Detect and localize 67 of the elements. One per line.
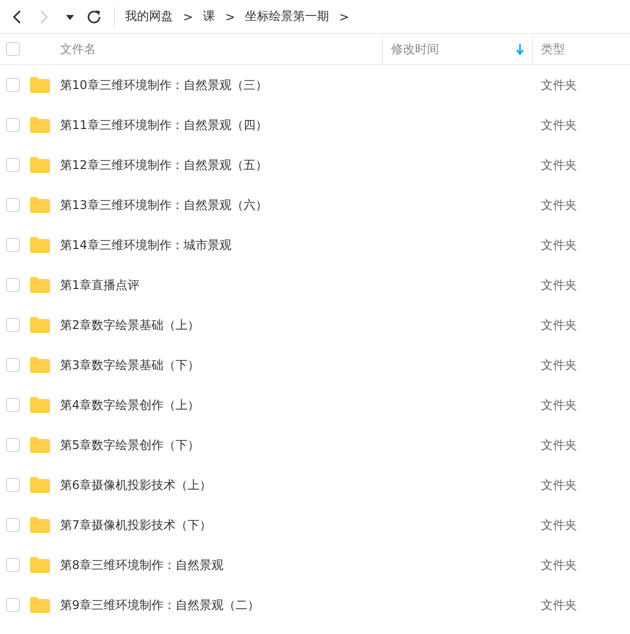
breadcrumb-link[interactable]: 坐标绘景第一期 bbox=[245, 8, 330, 25]
breadcrumb-link[interactable]: 课 bbox=[203, 8, 216, 25]
breadcrumb-separator: > bbox=[225, 10, 236, 24]
breadcrumb-link[interactable]: 我的网盘 bbox=[125, 8, 173, 25]
checkbox[interactable] bbox=[6, 438, 20, 452]
folder-icon bbox=[30, 117, 50, 133]
checkbox[interactable] bbox=[6, 318, 20, 332]
checkbox[interactable] bbox=[6, 118, 20, 132]
folder-icon bbox=[30, 77, 50, 93]
sort-arrow-icon[interactable] bbox=[516, 44, 524, 54]
file-type: 文件夹 bbox=[540, 316, 578, 334]
folder-icon bbox=[30, 477, 50, 493]
file-type: 文件夹 bbox=[540, 396, 578, 414]
file-name[interactable]: 第11章三维环境制作：自然景观（四） bbox=[60, 116, 382, 134]
file-name[interactable]: 第14章三维环境制作：城市景观 bbox=[60, 236, 382, 254]
file-type: 文件夹 bbox=[540, 476, 578, 494]
file-type: 文件夹 bbox=[540, 516, 578, 534]
checkbox[interactable] bbox=[6, 558, 20, 572]
file-type: 文件夹 bbox=[540, 556, 578, 574]
file-name[interactable]: 第7章摄像机投影技术（下） bbox=[60, 516, 382, 534]
file-type: 文件夹 bbox=[540, 196, 578, 214]
folder-icon bbox=[30, 517, 50, 533]
checkbox[interactable] bbox=[6, 238, 20, 252]
file-name[interactable]: 第13章三维环境制作：自然景观（六） bbox=[60, 196, 382, 214]
folder-icon bbox=[30, 597, 50, 613]
file-type: 文件夹 bbox=[540, 236, 578, 254]
checkbox[interactable] bbox=[6, 158, 20, 172]
file-name[interactable]: 第12章三维环境制作：自然景观（五） bbox=[60, 156, 382, 174]
file-name[interactable]: 第6章摄像机投影技术（上） bbox=[60, 476, 382, 494]
checkbox[interactable] bbox=[6, 598, 20, 612]
file-type: 文件夹 bbox=[540, 356, 578, 374]
file-type: 文件夹 bbox=[540, 436, 578, 454]
file-name[interactable]: 第9章三维环境制作：自然景观（二） bbox=[60, 596, 382, 614]
file-type: 文件夹 bbox=[540, 76, 578, 94]
breadcrumb-separator: > bbox=[183, 10, 194, 24]
checkbox[interactable] bbox=[6, 278, 20, 292]
folder-icon bbox=[30, 157, 50, 173]
folder-icon bbox=[30, 237, 50, 253]
file-name[interactable]: 第10章三维环境制作：自然景观（三） bbox=[60, 76, 382, 94]
checkbox[interactable] bbox=[6, 78, 20, 92]
checkbox[interactable] bbox=[6, 42, 20, 56]
checkbox[interactable] bbox=[6, 478, 20, 492]
file-name[interactable]: 第5章数字绘景创作（下） bbox=[60, 436, 382, 454]
file-name[interactable]: 第2章数字绘景基础（上） bbox=[60, 316, 382, 334]
folder-icon bbox=[30, 397, 50, 413]
folder-icon bbox=[30, 357, 50, 373]
checkbox[interactable] bbox=[6, 358, 20, 372]
file-name[interactable]: 第1章直播点评 bbox=[60, 276, 382, 294]
checkbox[interactable] bbox=[6, 398, 20, 412]
folder-icon bbox=[30, 317, 50, 333]
column-header[interactable]: 文件名 bbox=[60, 40, 96, 58]
column-header[interactable]: 类型 bbox=[541, 40, 565, 58]
checkbox[interactable] bbox=[6, 518, 20, 532]
folder-icon bbox=[30, 197, 50, 213]
file-name[interactable]: 第8章三维环境制作：自然景观 bbox=[60, 556, 382, 574]
file-type: 文件夹 bbox=[540, 276, 578, 294]
folder-icon bbox=[30, 557, 50, 573]
folder-icon bbox=[30, 277, 50, 293]
breadcrumb-separator: > bbox=[339, 10, 350, 24]
file-name[interactable]: 第3章数字绘景基础（下） bbox=[60, 356, 382, 374]
file-type: 文件夹 bbox=[540, 596, 578, 614]
file-name[interactable]: 第4章数字绘景创作（上） bbox=[60, 396, 382, 414]
checkbox[interactable] bbox=[6, 198, 20, 212]
column-header[interactable]: 修改时间 bbox=[391, 40, 439, 58]
file-type: 文件夹 bbox=[540, 116, 578, 134]
folder-icon bbox=[30, 437, 50, 453]
file-type: 文件夹 bbox=[540, 156, 578, 174]
